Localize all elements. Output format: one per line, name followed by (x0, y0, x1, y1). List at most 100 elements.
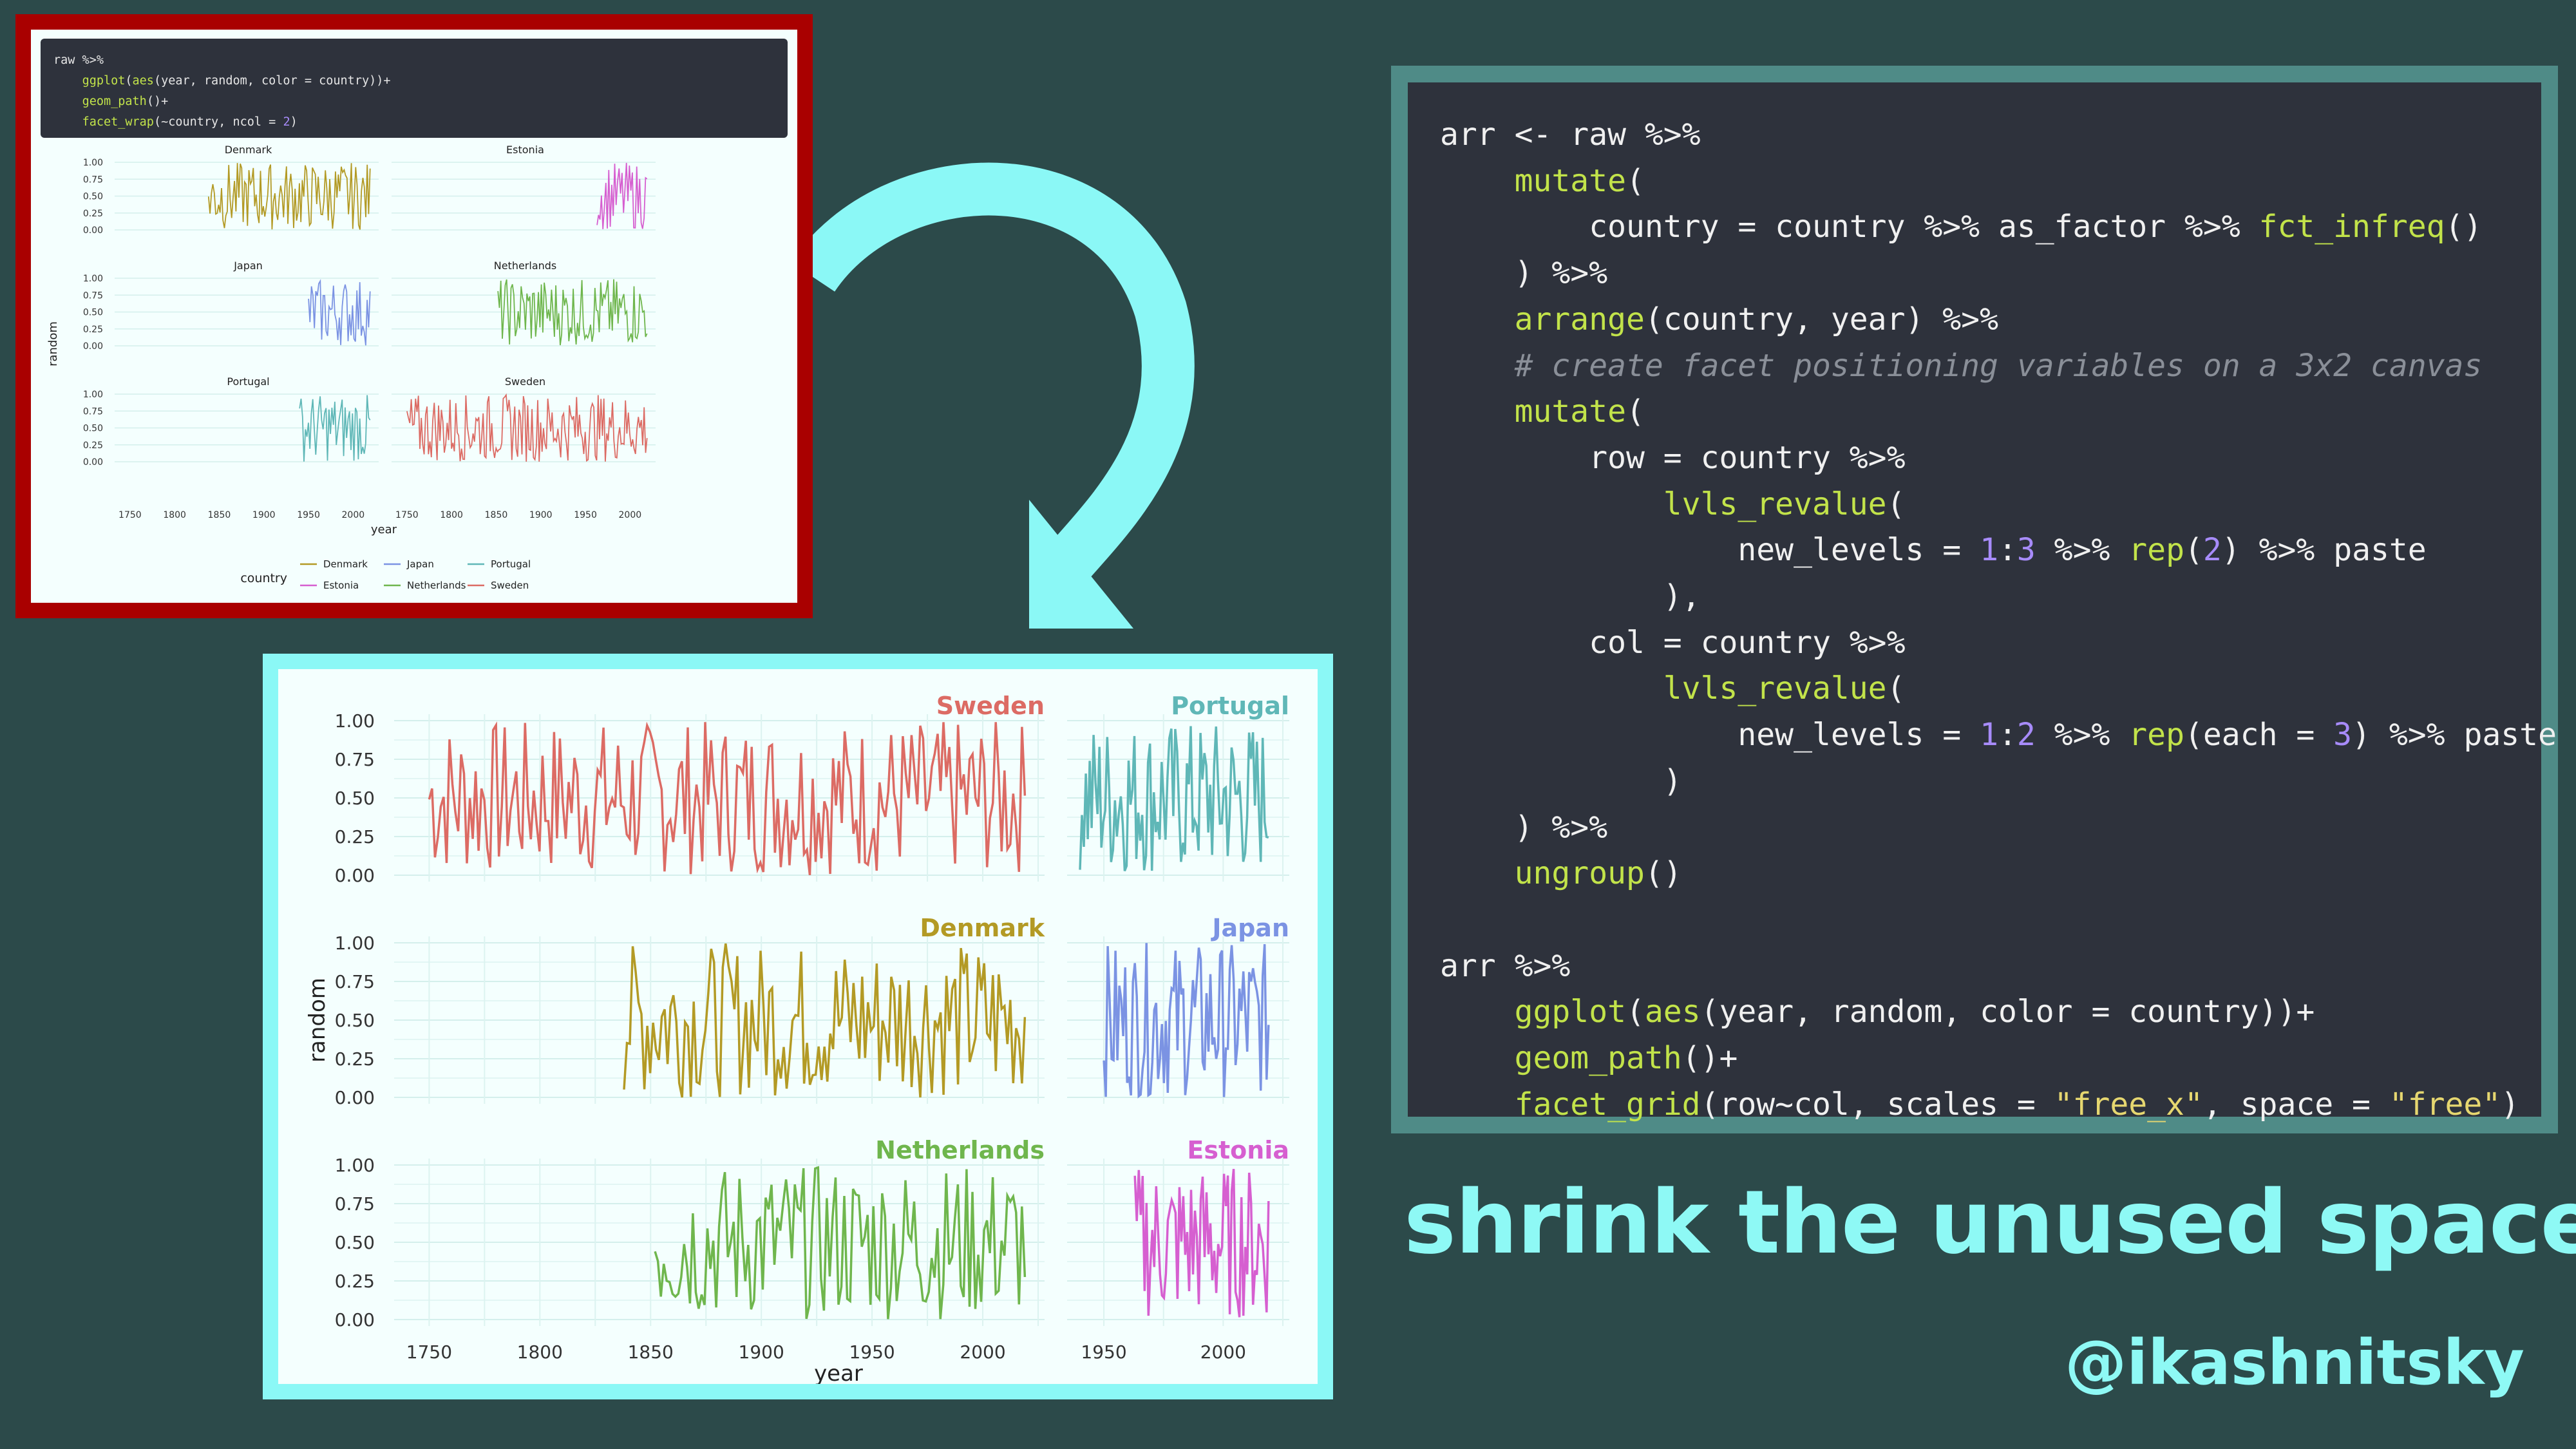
x-tick-label: 2000 (342, 510, 365, 520)
x-axis-title: year (371, 523, 397, 536)
tagline: shrink the unused space (1404, 1172, 2576, 1274)
code-line: new_levels = 1:3 %>% rep(2) %>% paste (1440, 527, 2557, 574)
code-token: ) %>% paste (2221, 532, 2427, 569)
curved-arrow-icon (813, 162, 1195, 629)
legend-label: Denmark (323, 558, 368, 570)
code-token: arr %>% (1440, 947, 1571, 984)
series-line-estonia (1133, 1168, 1270, 1318)
code-token: rep (2128, 532, 2184, 569)
y-tick-label: 0.00 (83, 225, 103, 236)
code-token: ()+ (1681, 1040, 1738, 1077)
small-code-token: raw %>% (53, 53, 104, 67)
facet-label: Estonia (1187, 1136, 1289, 1164)
code-frame: arr <- raw %>% mutate( country = country… (1391, 66, 2558, 1133)
y-tick-label: 0.50 (83, 192, 103, 202)
legend-label: Japan (406, 558, 434, 570)
y-tick-label: 0.00 (83, 341, 103, 352)
code-token: ( (2184, 532, 2203, 569)
small-code-token: facet_wrap (82, 115, 154, 129)
code-line: ggplot(aes(year, random, color = country… (1440, 989, 2557, 1036)
code-token: arr <- raw %>% (1440, 117, 1701, 153)
small-code-line: geom_path()+ (53, 91, 788, 112)
code-token: , space = (2202, 1086, 2389, 1122)
x-tick-label: 1950 (849, 1341, 895, 1363)
x-tick-label: 1750 (406, 1341, 452, 1363)
x-tick-label: 1950 (297, 510, 320, 520)
code-token: fct_infreq (2259, 209, 2445, 245)
code-line: arrange(country, year) %>% (1440, 297, 2557, 343)
code-token: lvls_revalue (1663, 486, 1887, 522)
code-token: ( (1625, 994, 1645, 1030)
code-line: ), (1440, 574, 2557, 620)
code-line: lvls_revalue( (1440, 482, 2557, 528)
x-tick-label: 2000 (960, 1341, 1005, 1363)
small-code-line: facet_wrap(~country, ncol = 2) (53, 112, 788, 133)
code-token: ) (1440, 762, 1682, 799)
x-tick-label: 1800 (517, 1341, 563, 1363)
code-token: 2 (2016, 717, 2036, 753)
before-facet-plot: Denmark 1.00 0.75 0.50 0.25 0.00 Estonia Japan 1… (46, 144, 656, 591)
after-facet-plot: 1.00 0.75 0.50 0.25 0.00 Sweden Portugal 1.00 0.… (305, 692, 1289, 1384)
y-tick-label: 0.50 (335, 788, 375, 809)
legend-title: country (240, 571, 287, 585)
y-tick-label: 0.25 (83, 440, 103, 451)
y-tick-label: 0.75 (335, 971, 375, 992)
series-line-sweden (428, 721, 1027, 875)
code-token: 1 (1980, 532, 1998, 569)
small-code-line: ggplot(aes(year, random, color = country… (53, 71, 788, 91)
small-code-token (53, 115, 82, 129)
small-code-token (53, 74, 82, 88)
facet-label: Japan (233, 260, 263, 272)
code-token: ( (1625, 162, 1645, 199)
code-line: mutate( (1440, 389, 2557, 435)
code-token: aes (1644, 994, 1701, 1030)
code-line: geom_path()+ (1440, 1036, 2557, 1082)
small-code-token: ()+ (146, 95, 169, 108)
y-axis-title: random (46, 321, 60, 366)
y-tick-label: 0.25 (335, 826, 375, 848)
y-tick-label: 0.50 (83, 424, 103, 434)
code-line: ) %>% (1440, 251, 2557, 297)
x-tick-label: 1950 (574, 510, 597, 520)
code-line: ) %>% (1440, 805, 2557, 851)
x-tick-label: 1800 (440, 510, 463, 520)
code-line: mutate( (1440, 158, 2557, 205)
code-token: %>% (2035, 532, 2129, 569)
y-tick-label: 0.25 (83, 325, 103, 335)
code-token: () (1644, 855, 1682, 892)
code-token: 1 (1980, 717, 1998, 753)
y-tick-label: 0.75 (335, 749, 375, 770)
facet-label: Denmark (920, 914, 1045, 942)
code-line: arr %>% (1440, 943, 2557, 990)
code-token: arrange (1514, 301, 1645, 337)
code-token: row = country %>% (1440, 439, 1906, 476)
code-token: 2 (2202, 532, 2222, 569)
legend-label: Portugal (491, 558, 531, 570)
y-tick-label: 0.75 (83, 175, 103, 185)
code-text: arr <- raw %>% mutate( country = country… (1440, 112, 2557, 1128)
code-token: ( (1886, 670, 1906, 707)
facet-label: Denmark (225, 144, 272, 156)
y-tick-label: 1.00 (335, 933, 375, 954)
code-token: col = country %>% (1440, 624, 1906, 661)
y-tick-label: 0.00 (335, 1309, 375, 1331)
facet-label: Netherlands (494, 260, 557, 272)
code-line: lvls_revalue( (1440, 666, 2557, 712)
series-line-netherlands (654, 1166, 1027, 1320)
small-code-token: ( (125, 74, 133, 88)
code-line: ungroup() (1440, 851, 2557, 897)
code-token: ) %>% (1440, 809, 1608, 846)
code-token: lvls_revalue (1663, 670, 1887, 707)
code-token: (each = (2184, 717, 2334, 753)
y-tick-label: 0.50 (83, 308, 103, 318)
code-token: "free_x" (2054, 1086, 2203, 1122)
code-token: ) (2501, 1086, 2520, 1122)
code-token: ( (1886, 486, 1906, 522)
x-tick-label: 1900 (529, 510, 553, 520)
before-plot-panel: raw %>% ggplot(aes(year, random, color =… (15, 14, 813, 618)
series-line-japan (308, 279, 371, 346)
